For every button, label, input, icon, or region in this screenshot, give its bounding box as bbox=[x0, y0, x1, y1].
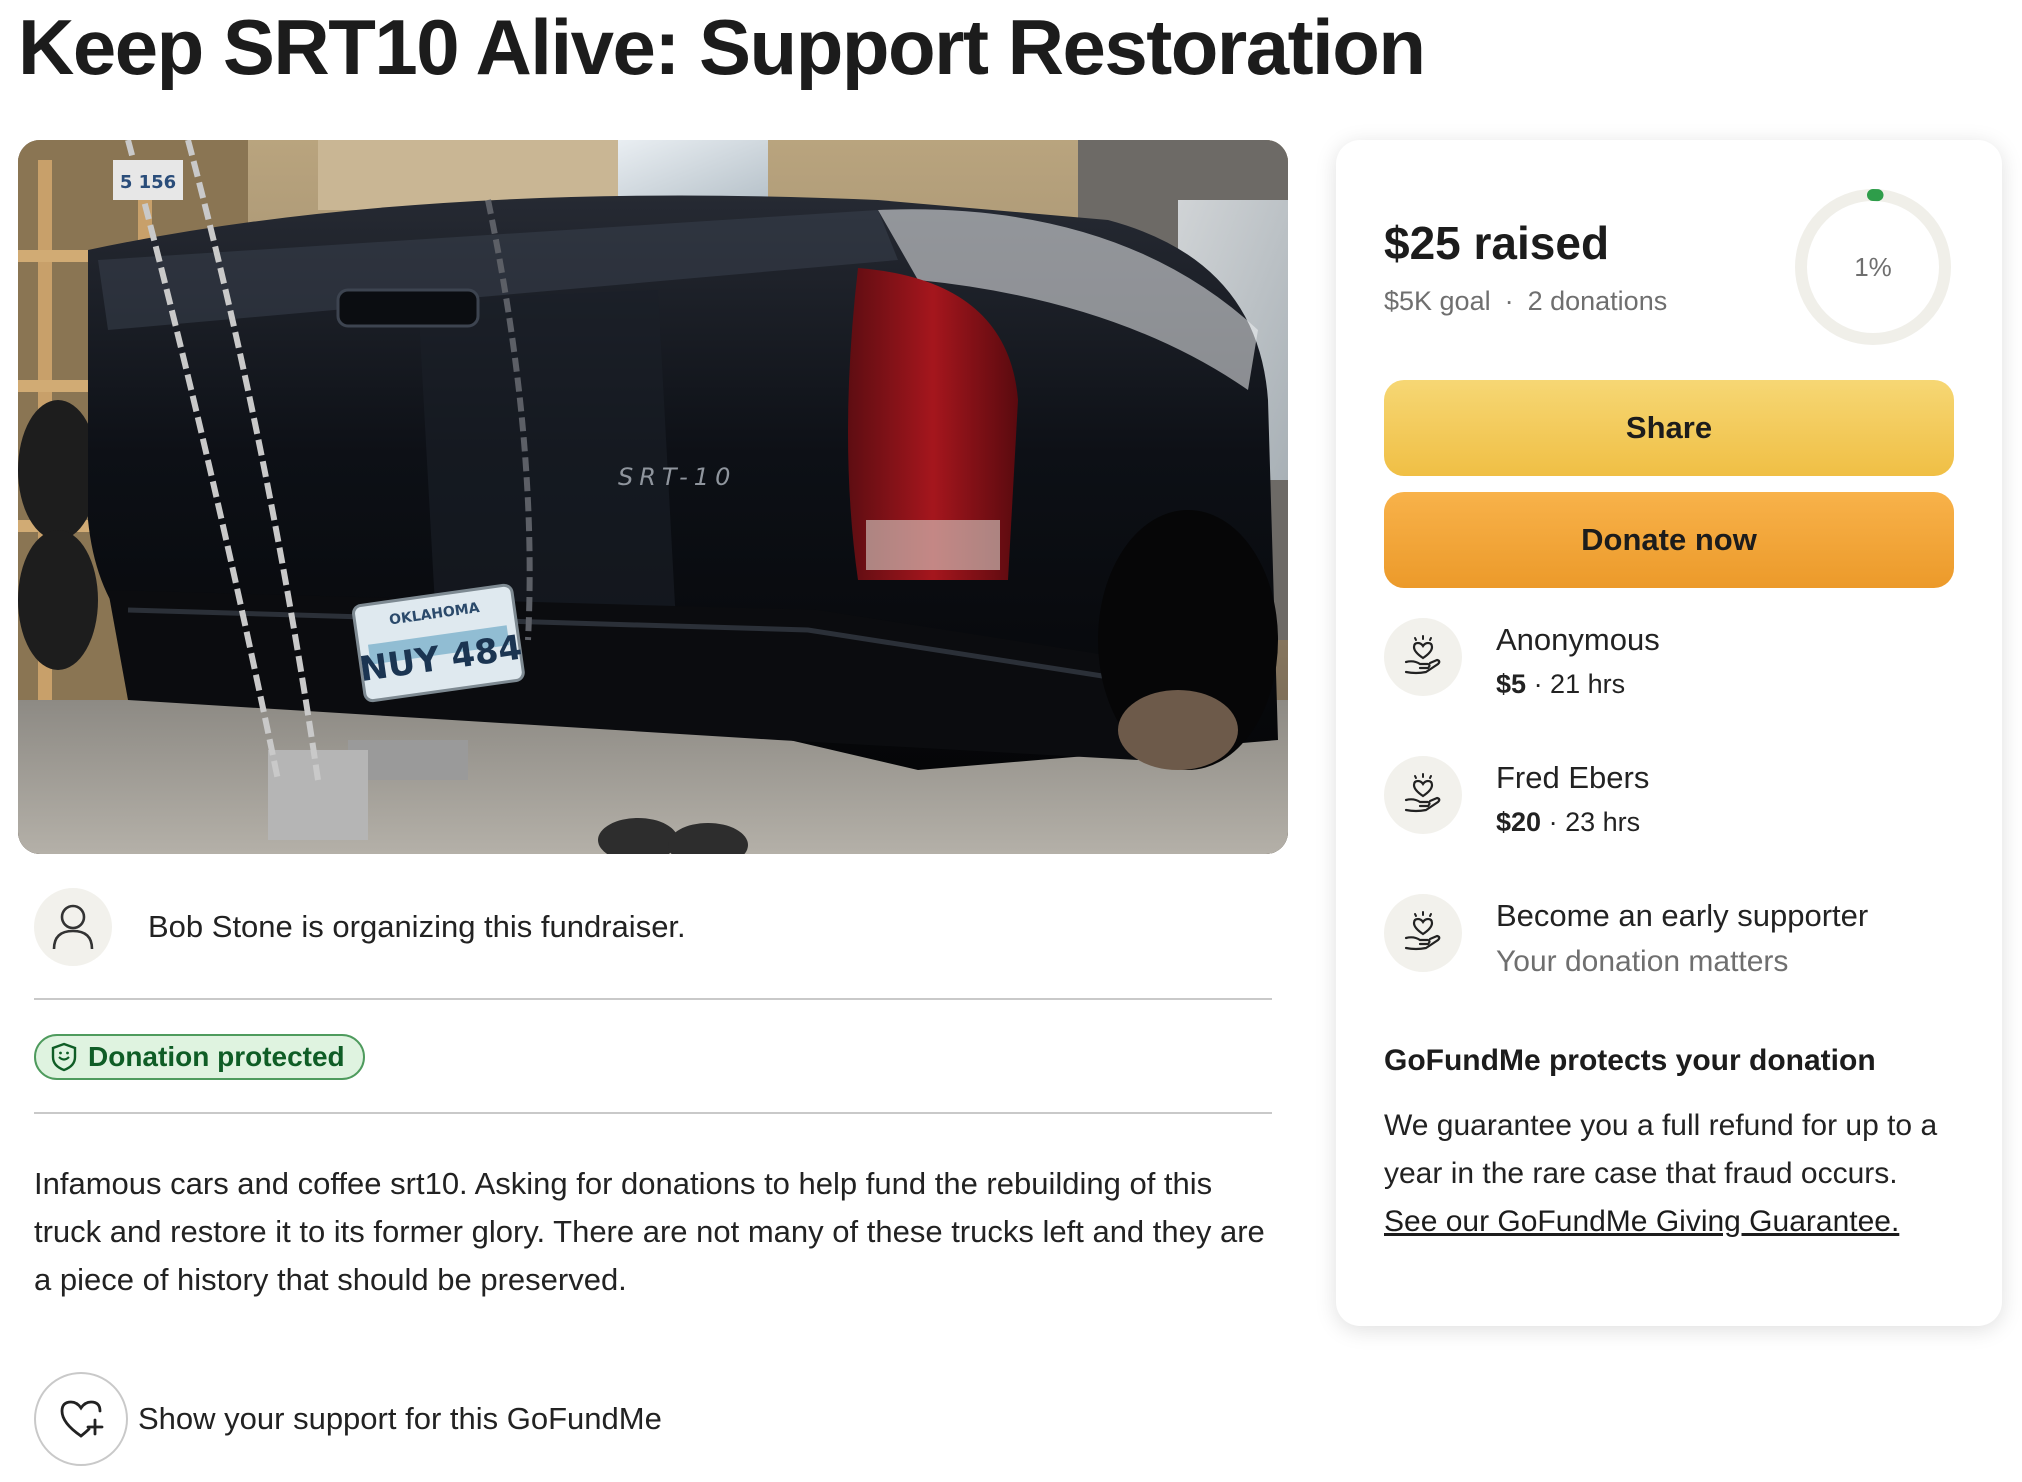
donor-time: · 21 hrs bbox=[1533, 669, 1626, 699]
support-button[interactable] bbox=[34, 1372, 128, 1466]
donation-hand-icon bbox=[1404, 773, 1441, 813]
organizer-row: Bob Stone is organizing this fundraiser. bbox=[34, 888, 686, 966]
donor-item: Fred Ebers $20 · 23 hrs bbox=[1384, 756, 1649, 842]
organizer-text: Bob Stone is organizing this fundraiser. bbox=[148, 909, 686, 944]
protection-title: GoFundMe protects your donation bbox=[1384, 1044, 1876, 1077]
page-title: Keep SRT10 Alive: Support Restoration bbox=[18, 3, 1426, 91]
amount-raised: $25 raised bbox=[1384, 217, 1610, 269]
shield-icon bbox=[51, 1042, 77, 1072]
donor-name: Fred Ebers bbox=[1496, 760, 1650, 795]
donor-time: · 23 hrs bbox=[1548, 807, 1641, 837]
donate-now-button[interactable]: Donate now bbox=[1384, 492, 1954, 588]
separator-dot: · bbox=[1504, 286, 1514, 316]
donation-hand-icon bbox=[1404, 911, 1441, 951]
early-supporter-item: Become an early supporter Your donation … bbox=[1384, 894, 1868, 982]
organizer-avatar[interactable] bbox=[34, 888, 112, 966]
progress-percent: 1% bbox=[1854, 251, 1892, 282]
donor-name: Anonymous bbox=[1496, 622, 1660, 657]
donation-hand-icon bbox=[1404, 635, 1441, 675]
heart-plus-icon bbox=[60, 1400, 104, 1438]
donor-avatar bbox=[1384, 618, 1462, 696]
donor-item: Anonymous $5 · 21 hrs bbox=[1384, 618, 1660, 704]
support-label: Show your support for this GoFundMe bbox=[138, 1401, 662, 1436]
support-row[interactable]: Show your support for this GoFundMe bbox=[34, 1372, 662, 1466]
svg-text:5 156: 5 156 bbox=[120, 172, 176, 193]
protection-body: We guarantee you a full refund for up to… bbox=[1384, 1109, 1938, 1190]
donor-avatar bbox=[1384, 894, 1462, 972]
donation-count: 2 donations bbox=[1527, 286, 1668, 316]
story-text: Infamous cars and coffee srt10. Asking f… bbox=[34, 1166, 1265, 1297]
divider bbox=[34, 998, 1272, 1000]
person-icon bbox=[52, 904, 94, 950]
donor-amount-time: $20 · 23 hrs bbox=[1496, 802, 1649, 842]
donation-card: $25 raised $5K goal · 2 donations 1% Share… bbox=[1336, 140, 2002, 1326]
share-button[interactable]: Share bbox=[1384, 380, 1954, 476]
donor-amount: $20 bbox=[1496, 807, 1542, 837]
fundraiser-page: Keep SRT10 Alive: Support Restoration SR… bbox=[0, 0, 2022, 1482]
donor-avatar bbox=[1384, 756, 1462, 834]
donation-protected-label: Donation protected bbox=[88, 1041, 345, 1072]
donation-protected-badge[interactable]: Donation protected bbox=[34, 1034, 365, 1080]
early-supporter-subtitle: Your donation matters bbox=[1496, 945, 1789, 978]
early-supporter-title: Become an early supporter bbox=[1496, 898, 1869, 933]
giving-guarantee-link[interactable]: See our GoFundMe Giving Guarantee. bbox=[1384, 1198, 1899, 1246]
divider bbox=[34, 1112, 1272, 1114]
goal-line: $5K goal · 2 donations bbox=[1384, 286, 1667, 317]
hero-image[interactable]: SRT-10 OKLAHOMA NUY 484 5 156 bbox=[18, 140, 1288, 854]
truck-photo: SRT-10 OKLAHOMA NUY 484 5 156 bbox=[18, 140, 1288, 854]
donor-amount: $5 bbox=[1496, 669, 1527, 699]
donor-amount-time: $5 · 21 hrs bbox=[1496, 664, 1660, 704]
svg-text:SRT-10: SRT-10 bbox=[618, 463, 736, 491]
goal-amount: $5K goal bbox=[1384, 286, 1491, 316]
